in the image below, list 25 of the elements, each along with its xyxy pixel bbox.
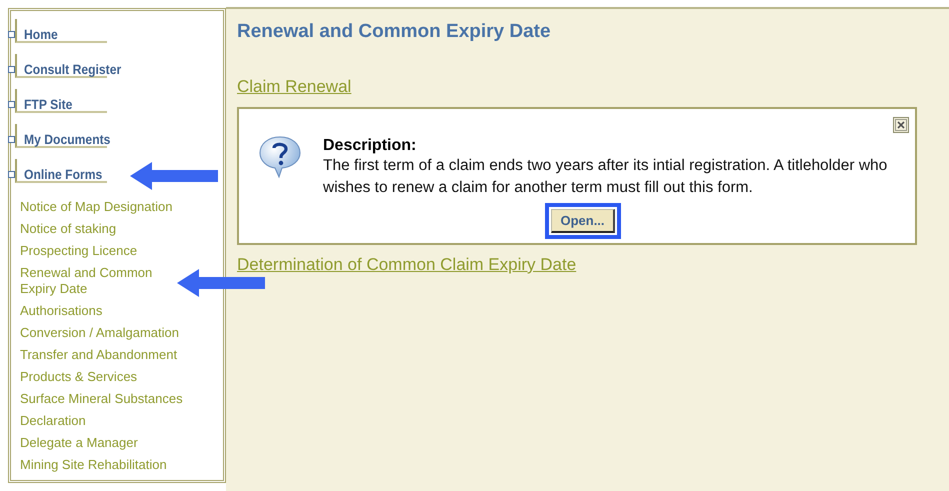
submenu-link[interactable]: Notice of Map Designation <box>20 196 172 218</box>
submenu-link[interactable]: Declaration <box>20 410 86 432</box>
submenu-link[interactable]: Surface Mineral Substances <box>20 388 183 410</box>
submenu-link[interactable]: Conversion / Amalgamation <box>20 322 179 344</box>
submenu-link[interactable]: Products & Services <box>20 366 138 388</box>
description-text: The first term of a claim ends two years after its intial registration. A titleholder who wishes to renew a claim for another term must fill out this form. <box>323 156 888 198</box>
submenu-link[interactable]: Renewal and Common Expiry Date <box>20 262 152 300</box>
nav-link[interactable]: FTP Site <box>24 97 72 112</box>
submenu-link[interactable]: Prospecting Licence <box>20 240 138 262</box>
submenu-link[interactable]: Delegate a Manager <box>20 432 138 454</box>
nav-link[interactable]: Consult Register <box>24 62 122 77</box>
page-title: Renewal and Common Expiry Date <box>237 21 551 43</box>
form-link[interactable]: Determination of Common Claim Expiry Date <box>237 255 576 275</box>
submenu-link[interactable]: Transfer and Abandonment <box>20 344 178 366</box>
nav-link[interactable]: My Documents <box>24 132 110 147</box>
open-button[interactable]: Open... <box>551 209 615 233</box>
nav-link[interactable]: Online Forms <box>24 167 102 182</box>
submenu-link[interactable]: Notice of staking <box>20 218 116 240</box>
submenu-link[interactable]: Mining Site Rehabilitation <box>20 454 167 476</box>
nav-link[interactable]: Home <box>24 27 58 42</box>
submenu-link[interactable]: Authorisations <box>20 300 102 322</box>
description-heading: Description: <box>323 137 418 155</box>
form-link[interactable]: Claim Renewal <box>237 77 352 97</box>
help-bubble-icon <box>257 134 303 180</box>
close-icon[interactable] <box>893 117 909 133</box>
